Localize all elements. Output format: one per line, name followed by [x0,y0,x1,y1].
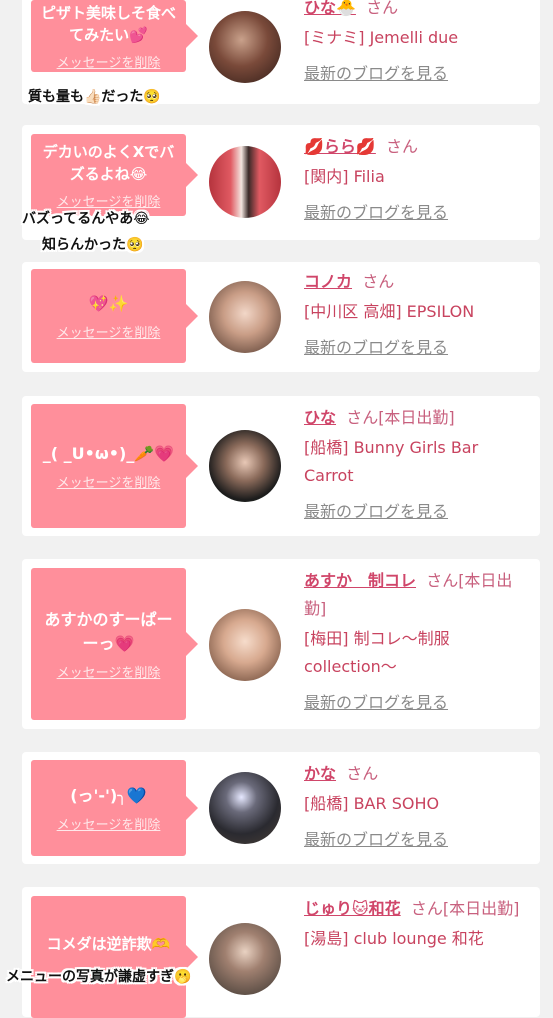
delete-message-link[interactable]: メッセージを削除 [57,322,161,341]
message-text: 💖✨ [88,293,129,313]
latest-blog-link[interactable]: 最新のブログを見る [304,334,532,362]
avatar[interactable] [209,430,281,502]
overlay-caption: バズってるんやあ😂 [22,211,150,227]
avatar[interactable] [209,772,281,844]
avatar[interactable] [209,923,281,995]
latest-blog-link[interactable]: 最新のブログを見る [304,498,532,526]
delete-message-link[interactable]: メッセージを削除 [57,662,161,681]
cast-name-link[interactable]: ひな [304,408,336,427]
message-text: コメダは逆詐欺🫶 [46,935,171,953]
shop-name: [関内] Filia [304,167,385,186]
message-card: (っ'-')╮💙 メッセージを削除 かな さん [船橋] BAR SOHO 最新… [22,752,540,864]
shop-name: [梅田] 制コレ〜制服collection〜 [304,629,450,676]
avatar[interactable] [209,146,281,218]
avatar[interactable] [209,281,281,353]
delete-message-link[interactable]: メッセージを削除 [57,52,161,71]
delete-message-link[interactable]: メッセージを削除 [57,814,161,833]
cast-name-link[interactable]: コノカ [304,272,352,291]
message-card: あすかのすーぱーーっ💗 メッセージを削除 あすか 制コレ さん[本日出勤] [梅… [22,559,540,729]
cast-name-link[interactable]: かな [304,764,336,783]
message-bubble: デカいのよくXでバズるよね😂 メッセージを削除 [31,134,198,216]
cast-name-link[interactable]: じゅり🐱和花 [304,899,401,918]
message-text: あすかのすーぱーーっ💗 [44,609,173,653]
message-bubble: あすかのすーぱーーっ💗 メッセージを削除 [31,568,198,720]
overlay-caption: 質も量も👍🏻だった🥺 [28,89,161,105]
overlay-caption: メニューの写真が謙虚すぎ🫢 [6,969,192,985]
message-text: ピザト美味しそ食べてみたい💕 [40,3,176,44]
cast-name-link[interactable]: 💋らら💋 [304,137,376,156]
message-text: デカいのよくXでバズるよね😂 [42,142,175,183]
overlay-caption: 知らんかった🥺 [42,237,144,253]
latest-blog-link[interactable]: 最新のブログを見る [304,199,532,227]
message-bubble: 💖✨ メッセージを削除 [31,269,198,363]
name-suffix: さん [362,272,395,291]
delete-message-link[interactable]: メッセージを削除 [57,472,161,491]
name-suffix: さん [366,0,399,17]
shop-name: [船橋] BAR SOHO [304,794,440,813]
message-bubble: _( _U•ω•)_🥕💗 メッセージを削除 [31,404,198,528]
latest-blog-link[interactable]: 最新のブログを見る [304,826,532,854]
message-text: (っ'-')╮💙 [70,785,147,805]
message-bubble: (っ'-')╮💙 メッセージを削除 [31,760,198,856]
message-card: コメダは逆詐欺🫶 じゅり🐱和花 さん[本日出勤] [湯島] club loung… [22,887,540,1018]
latest-blog-link[interactable]: 最新のブログを見る [304,60,532,88]
name-suffix: さん [346,764,379,783]
shop-name: [湯島] club lounge 和花 [304,929,484,948]
delete-message-link[interactable]: メッセージを削除 [57,191,161,210]
shop-name: [中川区 高畑] EPSILON [304,302,475,321]
latest-blog-link[interactable]: 最新のブログを見る [304,689,532,717]
message-card: 💖✨ メッセージを削除 コノカ さん [中川区 高畑] EPSILON 最新のブ… [22,262,540,372]
avatar[interactable] [209,11,281,83]
message-bubble: ピザト美味しそ食べてみたい💕 メッセージを削除 [31,0,198,72]
avatar[interactable] [209,609,281,681]
shop-name: [船橋] Bunny Girls Bar Carrot [304,438,479,485]
name-suffix: さん [386,137,419,156]
name-suffix: さん[本日出勤] [346,408,455,427]
message-text: _( _U•ω•)_🥕💗 [42,443,175,463]
name-suffix: さん[本日出勤] [410,899,520,918]
cast-name-link[interactable]: あすか 制コレ [304,571,416,590]
cast-name-link[interactable]: ひな🐣 [304,0,356,17]
message-card: _( _U•ω•)_🥕💗 メッセージを削除 ひな さん[本日出勤] [船橋] B… [22,396,540,536]
shop-name: [ミナミ] Jemelli due [304,28,459,47]
